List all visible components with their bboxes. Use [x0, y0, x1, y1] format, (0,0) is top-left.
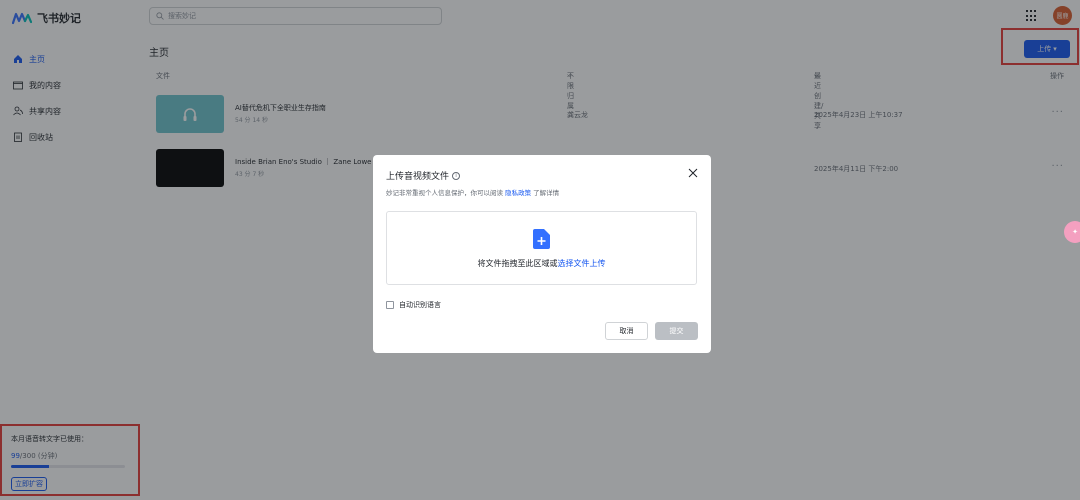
- privacy-policy-link[interactable]: 隐私政策: [505, 189, 531, 197]
- add-file-icon: [533, 229, 550, 249]
- submit-button[interactable]: 提交: [655, 322, 698, 340]
- privacy-prefix: 妙记非常重视个人信息保护，你可以阅读: [386, 189, 503, 197]
- file-dropzone[interactable]: 将文件拖拽至此区域或选择文件上传: [386, 211, 697, 285]
- auto-detect-checkbox[interactable]: [386, 301, 394, 309]
- privacy-notice: 妙记非常重视个人信息保护，你可以阅读 隐私政策 了解详情: [386, 187, 559, 197]
- info-icon[interactable]: i: [452, 171, 461, 180]
- select-file-link[interactable]: 选择文件上传: [558, 259, 606, 268]
- cancel-button[interactable]: 取消: [605, 322, 648, 340]
- drop-prefix: 将文件拖拽至此区域或: [477, 259, 558, 268]
- dropzone-text: 将文件拖拽至此区域或选择文件上传: [387, 258, 696, 269]
- close-icon[interactable]: [687, 167, 699, 179]
- upload-dialog: 上传音视频文件 i 妙记非常重视个人信息保护，你可以阅读 隐私政策 了解详情 将…: [373, 155, 711, 353]
- auto-detect-language[interactable]: 自动识别语言: [386, 300, 441, 310]
- auto-detect-label: 自动识别语言: [399, 301, 441, 309]
- dialog-title: 上传音视频文件 i: [386, 169, 461, 182]
- privacy-suffix: 了解详情: [533, 189, 560, 197]
- assistant-float-icon[interactable]: ✦: [1064, 221, 1080, 243]
- dialog-title-text: 上传音视频文件: [386, 172, 450, 182]
